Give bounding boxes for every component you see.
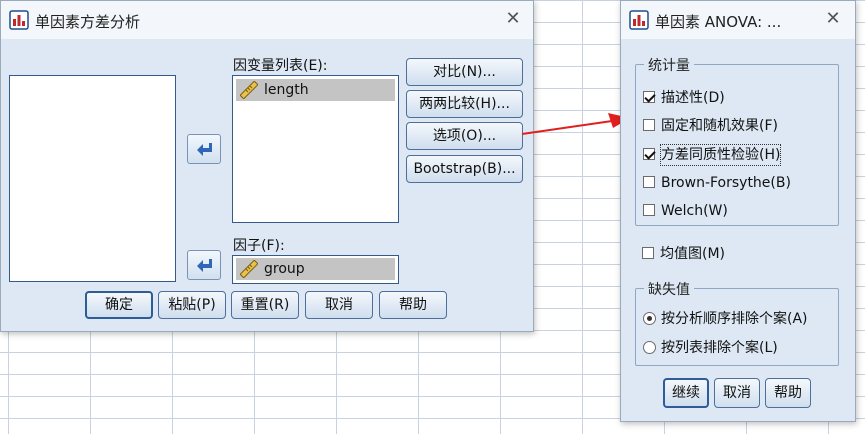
move-to-factor-button[interactable] [187, 250, 221, 280]
main-dialog-titlebar[interactable]: 单因素方差分析 ✕ [1, 1, 533, 39]
fixed-random-effects-checkbox-box[interactable] [643, 119, 655, 131]
dependent-list-label: 因变量列表(E): [233, 58, 328, 74]
paste-button[interactable]: 粘贴(P) [158, 291, 226, 319]
dependent-list[interactable]: length [232, 75, 399, 223]
descriptive-checkbox-box[interactable] [643, 91, 655, 103]
anova-options-dialog: 单因素 ANOVA: ... ✕ 统计量 描述性(D) 固定和随机效果(F) 方… [620, 0, 856, 422]
exclude-analysis-by-analysis-radio-dot[interactable] [643, 312, 656, 325]
homogeneity-test-checkbox-box[interactable] [643, 148, 655, 160]
ok-button[interactable]: 确定 [85, 291, 153, 319]
main-dialog-close-icon[interactable]: ✕ [501, 7, 525, 31]
options-dialog-title: 单因素 ANOVA: ... [655, 13, 782, 31]
spss-app-icon [629, 10, 649, 30]
reset-button[interactable]: 重置(R) [231, 291, 299, 319]
post-hoc-button[interactable]: 两两比较(H)... [406, 90, 523, 118]
statistics-group-title: 统计量 [644, 55, 694, 75]
annotation-arrow-icon [521, 113, 630, 135]
options-dialog-titlebar[interactable]: 单因素 ANOVA: ... ✕ [621, 1, 855, 39]
bootstrap-button[interactable]: Bootstrap(B)... [406, 155, 523, 183]
contrast-button[interactable]: 对比(N)... [406, 58, 523, 86]
exclude-listwise-radio-dot[interactable] [643, 341, 656, 354]
factor-field[interactable]: group [232, 255, 399, 284]
missing-values-group-title: 缺失值 [644, 279, 694, 299]
move-to-dependent-button[interactable] [187, 134, 221, 164]
welch-checkbox-box[interactable] [643, 204, 655, 216]
source-variable-list[interactable] [9, 75, 176, 282]
options-cancel-button[interactable]: 取消 [714, 378, 760, 408]
means-plot-checkbox-box[interactable] [642, 247, 654, 259]
options-button[interactable]: 选项(O)... [406, 122, 523, 150]
dependent-variable-label: length [264, 82, 309, 98]
one-way-anova-dialog: 单因素方差分析 ✕ 因变量列表(E): length 因子(F): group … [0, 0, 534, 332]
factor-label: 因子(F): [233, 238, 285, 254]
options-dialog-close-icon[interactable]: ✕ [821, 7, 845, 31]
spss-app-icon [9, 10, 29, 30]
arrow-left-icon [197, 259, 212, 272]
factor-variable-label: group [264, 261, 305, 277]
ruler-icon [240, 81, 258, 99]
cancel-button[interactable]: 取消 [305, 291, 373, 319]
ruler-icon [240, 260, 258, 278]
arrow-left-icon [197, 143, 212, 156]
continue-button[interactable]: 继续 [663, 378, 709, 408]
statistics-group: 统计量 描述性(D) 固定和随机效果(F) 方差同质性检验(H) Brown-F… [635, 55, 839, 226]
missing-values-group: 缺失值 按分析顺序排除个案(A) 按列表排除个案(L) [635, 279, 839, 366]
options-help-button[interactable]: 帮助 [765, 378, 811, 408]
help-button[interactable]: 帮助 [379, 291, 447, 319]
factor-variable-item[interactable]: group [236, 258, 395, 280]
dependent-variable-item[interactable]: length [236, 79, 395, 101]
brown-forsythe-checkbox-box[interactable] [643, 176, 655, 188]
main-dialog-title: 单因素方差分析 [35, 13, 141, 31]
